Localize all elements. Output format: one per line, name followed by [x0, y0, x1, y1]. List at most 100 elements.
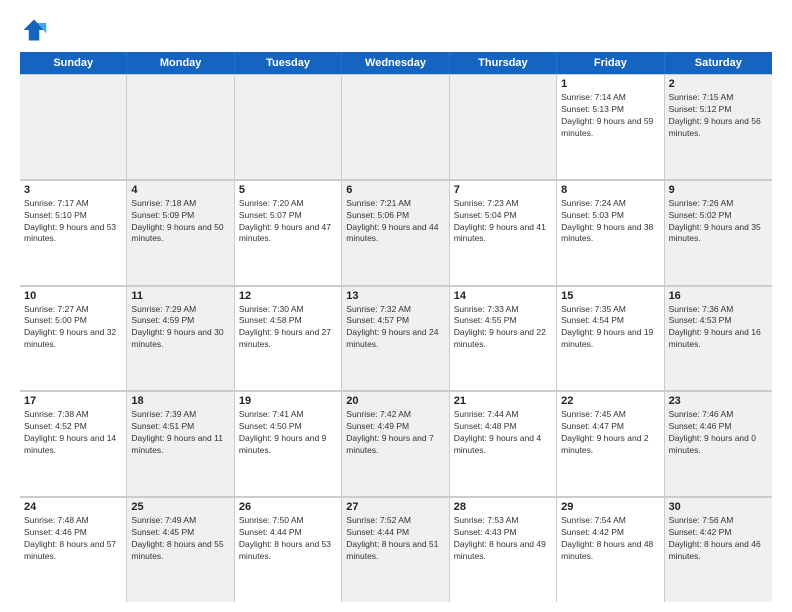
week-row-5: 24Sunrise: 7:48 AMSunset: 4:46 PMDayligh… [20, 497, 772, 602]
day-number-17: 17 [24, 395, 122, 407]
day-detail-22: Sunrise: 7:45 AMSunset: 4:47 PMDaylight:… [561, 409, 659, 457]
week-row-2: 3 Sunrise: 7:17 AMSunset: 5:10 PMDaylight… [20, 180, 772, 286]
day-detail-9: Sunrise: 7:26 AMSunset: 5:02 PMDaylight:… [669, 198, 768, 246]
logo [20, 16, 52, 44]
day-detail-23: Sunrise: 7:46 AMSunset: 4:46 PMDaylight:… [669, 409, 768, 457]
cal-cell-3-1: 18 Sunrise: 7:39 AMSunset: 4:51 PMDayligh… [127, 391, 234, 496]
day-detail-7: Sunrise: 7:23 AMSunset: 5:04 PMDaylight:… [454, 198, 552, 246]
week-row-4: 17 Sunrise: 7:38 AMSunset: 4:52 PMDayligh… [20, 391, 772, 497]
cal-cell-2-5: 15Sunrise: 7:35 AMSunset: 4:54 PMDayligh… [557, 286, 664, 391]
header-saturday: Saturday [665, 52, 772, 74]
day-number-1: 1 [561, 78, 659, 90]
cal-cell-0-2 [235, 74, 342, 179]
day-number-25: 25 [131, 501, 229, 513]
cal-cell-4-0: 24Sunrise: 7:48 AMSunset: 4:46 PMDayligh… [20, 497, 127, 602]
cal-cell-1-2: 5 Sunrise: 7:20 AMSunset: 5:07 PMDaylight… [235, 180, 342, 285]
cal-cell-4-3: 27 Sunrise: 7:52 AMSunset: 4:44 PMDayligh… [342, 497, 449, 602]
cal-cell-4-5: 29 Sunrise: 7:54 AMSunset: 4:42 PMDayligh… [557, 497, 664, 602]
day-number-26: 26 [239, 501, 337, 513]
day-number-10: 10 [24, 290, 122, 302]
day-number-30: 30 [669, 501, 768, 513]
day-number-4: 4 [131, 184, 229, 196]
logo-icon [20, 16, 48, 44]
calendar-body: 1 Sunrise: 7:14 AMSunset: 5:13 PMDaylight… [20, 74, 772, 602]
cal-cell-0-4 [450, 74, 557, 179]
cal-cell-0-3 [342, 74, 449, 179]
day-detail-5: Sunrise: 7:20 AMSunset: 5:07 PMDaylight:… [239, 198, 337, 246]
cal-cell-4-2: 26 Sunrise: 7:50 AMSunset: 4:44 PMDayligh… [235, 497, 342, 602]
day-number-13: 13 [346, 290, 444, 302]
day-detail-19: Sunrise: 7:41 AMSunset: 4:50 PMDaylight:… [239, 409, 337, 457]
day-number-21: 21 [454, 395, 552, 407]
cal-cell-1-0: 3 Sunrise: 7:17 AMSunset: 5:10 PMDaylight… [20, 180, 127, 285]
day-number-3: 3 [24, 184, 122, 196]
header-tuesday: Tuesday [235, 52, 342, 74]
day-number-27: 27 [346, 501, 444, 513]
cal-cell-2-6: 16Sunrise: 7:36 AMSunset: 4:53 PMDayligh… [665, 286, 772, 391]
day-detail-18: Sunrise: 7:39 AMSunset: 4:51 PMDaylight:… [131, 409, 229, 457]
day-number-9: 9 [669, 184, 768, 196]
day-detail-30: Sunrise: 7:56 AMSunset: 4:42 PMDaylight:… [669, 515, 768, 563]
header-sunday: Sunday [20, 52, 127, 74]
calendar-header: Sunday Monday Tuesday Wednesday Thursday… [20, 52, 772, 74]
cal-cell-3-3: 20 Sunrise: 7:42 AMSunset: 4:49 PMDayligh… [342, 391, 449, 496]
day-number-2: 2 [669, 78, 768, 90]
cal-cell-4-6: 30 Sunrise: 7:56 AMSunset: 4:42 PMDayligh… [665, 497, 772, 602]
cal-cell-1-4: 7Sunrise: 7:23 AMSunset: 5:04 PMDaylight… [450, 180, 557, 285]
cal-cell-1-6: 9 Sunrise: 7:26 AMSunset: 5:02 PMDaylight… [665, 180, 772, 285]
cal-cell-1-1: 4 Sunrise: 7:18 AMSunset: 5:09 PMDaylight… [127, 180, 234, 285]
day-detail-24: Sunrise: 7:48 AMSunset: 4:46 PMDaylight:… [24, 515, 122, 563]
day-detail-10: Sunrise: 7:27 AMSunset: 5:00 PMDaylight:… [24, 304, 122, 352]
cal-cell-3-5: 22 Sunrise: 7:45 AMSunset: 4:47 PMDayligh… [557, 391, 664, 496]
day-number-20: 20 [346, 395, 444, 407]
cal-cell-0-5: 1 Sunrise: 7:14 AMSunset: 5:13 PMDaylight… [557, 74, 664, 179]
cal-cell-2-3: 13Sunrise: 7:32 AMSunset: 4:57 PMDayligh… [342, 286, 449, 391]
day-detail-4: Sunrise: 7:18 AMSunset: 5:09 PMDaylight:… [131, 198, 229, 246]
header-thursday: Thursday [450, 52, 557, 74]
cal-cell-3-0: 17 Sunrise: 7:38 AMSunset: 4:52 PMDayligh… [20, 391, 127, 496]
cal-cell-4-4: 28 Sunrise: 7:53 AMSunset: 4:43 PMDayligh… [450, 497, 557, 602]
day-number-5: 5 [239, 184, 337, 196]
cal-cell-1-3: 6 Sunrise: 7:21 AMSunset: 5:06 PMDaylight… [342, 180, 449, 285]
cal-cell-2-0: 10 Sunrise: 7:27 AMSunset: 5:00 PMDayligh… [20, 286, 127, 391]
day-number-15: 15 [561, 290, 659, 302]
day-number-16: 16 [669, 290, 768, 302]
day-detail-17: Sunrise: 7:38 AMSunset: 4:52 PMDaylight:… [24, 409, 122, 457]
cal-cell-2-1: 11 Sunrise: 7:29 AMSunset: 4:59 PMDayligh… [127, 286, 234, 391]
header [20, 16, 772, 44]
day-detail-11: Sunrise: 7:29 AMSunset: 4:59 PMDaylight:… [131, 304, 229, 352]
day-detail-27: Sunrise: 7:52 AMSunset: 4:44 PMDaylight:… [346, 515, 444, 563]
day-number-6: 6 [346, 184, 444, 196]
day-detail-26: Sunrise: 7:50 AMSunset: 4:44 PMDaylight:… [239, 515, 337, 563]
cal-cell-2-2: 12 Sunrise: 7:30 AMSunset: 4:58 PMDayligh… [235, 286, 342, 391]
calendar: Sunday Monday Tuesday Wednesday Thursday… [20, 52, 772, 602]
day-number-11: 11 [131, 290, 229, 302]
day-number-12: 12 [239, 290, 337, 302]
day-detail-3: Sunrise: 7:17 AMSunset: 5:10 PMDaylight:… [24, 198, 122, 246]
day-number-8: 8 [561, 184, 659, 196]
page: Sunday Monday Tuesday Wednesday Thursday… [0, 0, 792, 612]
day-detail-6: Sunrise: 7:21 AMSunset: 5:06 PMDaylight:… [346, 198, 444, 246]
cal-cell-3-4: 21Sunrise: 7:44 AMSunset: 4:48 PMDayligh… [450, 391, 557, 496]
day-detail-12: Sunrise: 7:30 AMSunset: 4:58 PMDaylight:… [239, 304, 337, 352]
cal-cell-0-0 [20, 74, 127, 179]
day-number-22: 22 [561, 395, 659, 407]
cal-cell-1-5: 8 Sunrise: 7:24 AMSunset: 5:03 PMDaylight… [557, 180, 664, 285]
header-friday: Friday [557, 52, 664, 74]
week-row-1: 1 Sunrise: 7:14 AMSunset: 5:13 PMDaylight… [20, 74, 772, 180]
day-detail-29: Sunrise: 7:54 AMSunset: 4:42 PMDaylight:… [561, 515, 659, 563]
day-detail-28: Sunrise: 7:53 AMSunset: 4:43 PMDaylight:… [454, 515, 552, 563]
day-number-19: 19 [239, 395, 337, 407]
day-number-29: 29 [561, 501, 659, 513]
week-row-3: 10 Sunrise: 7:27 AMSunset: 5:00 PMDayligh… [20, 286, 772, 392]
day-number-18: 18 [131, 395, 229, 407]
day-detail-20: Sunrise: 7:42 AMSunset: 4:49 PMDaylight:… [346, 409, 444, 457]
day-number-23: 23 [669, 395, 768, 407]
day-number-28: 28 [454, 501, 552, 513]
day-detail-14: Sunrise: 7:33 AMSunset: 4:55 PMDaylight:… [454, 304, 552, 352]
day-detail-1: Sunrise: 7:14 AMSunset: 5:13 PMDaylight:… [561, 92, 659, 140]
cal-cell-4-1: 25Sunrise: 7:49 AMSunset: 4:45 PMDayligh… [127, 497, 234, 602]
day-detail-2: Sunrise: 7:15 AMSunset: 5:12 PMDaylight:… [669, 92, 768, 140]
day-detail-8: Sunrise: 7:24 AMSunset: 5:03 PMDaylight:… [561, 198, 659, 246]
header-monday: Monday [127, 52, 234, 74]
